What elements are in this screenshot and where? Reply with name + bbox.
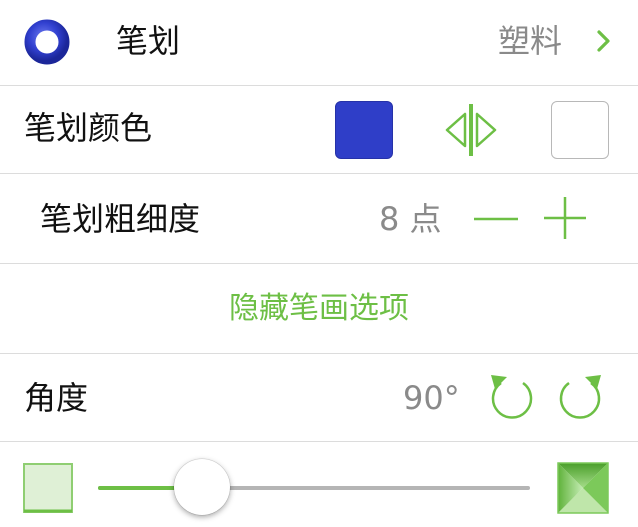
hide-stroke-options-row[interactable]: 隐藏笔画选项	[0, 264, 638, 354]
stroke-width-row: 笔划粗细度 8 点	[0, 174, 638, 264]
chevron-right-icon[interactable]	[596, 29, 612, 53]
primary-color-swatch[interactable]	[335, 101, 393, 159]
angle-value: 90°	[403, 379, 460, 417]
minus-icon[interactable]	[472, 199, 520, 239]
pyramid-shape-icon	[557, 462, 609, 514]
stroke-label: 笔划	[116, 22, 181, 60]
stroke-color-row: 笔划颜色	[0, 86, 638, 174]
stroke-style-row[interactable]: 笔划 塑料	[0, 0, 638, 86]
shape-slider-row	[0, 442, 638, 527]
stroke-width-label: 笔划粗细度	[40, 200, 201, 238]
ring-icon	[24, 19, 70, 65]
swap-colors-icon[interactable]	[441, 102, 501, 158]
rotate-clockwise-icon[interactable]	[555, 371, 605, 423]
angle-row: 角度 90°	[0, 354, 638, 442]
plus-icon[interactable]	[542, 195, 588, 241]
hide-stroke-options-button[interactable]: 隐藏笔画选项	[0, 289, 638, 329]
angle-label: 角度	[24, 379, 89, 417]
shape-slider[interactable]	[98, 459, 530, 515]
slider-thumb[interactable]	[173, 459, 230, 515]
stroke-width-value: 8 点	[379, 200, 442, 238]
stroke-style-value[interactable]: 塑料	[498, 21, 562, 61]
rotate-counterclockwise-icon[interactable]	[487, 371, 537, 423]
stroke-color-label: 笔划颜色	[24, 109, 153, 147]
square-shape-icon	[23, 463, 73, 513]
secondary-color-swatch[interactable]	[551, 101, 609, 159]
